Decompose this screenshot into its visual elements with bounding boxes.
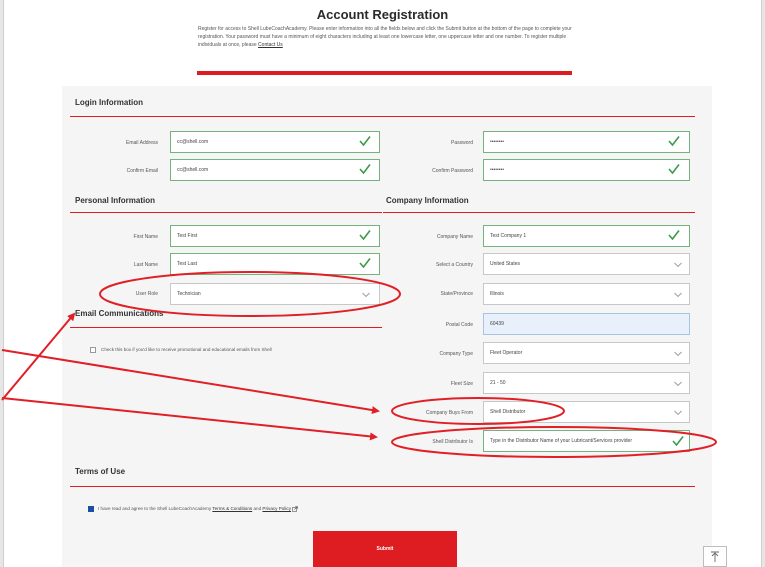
country-select[interactable]: United States	[483, 253, 690, 275]
submit-button[interactable]: Submit	[313, 531, 457, 567]
fleet-size-label: Fleet Size	[450, 381, 473, 387]
fleet-size-select[interactable]: 21 - 50	[483, 372, 690, 394]
company-name-label: Company Name	[436, 234, 473, 240]
last-name-field[interactable]: Test Last	[170, 253, 380, 275]
terms-section-title: Terms of Use	[75, 467, 126, 476]
user-role-select[interactable]: Technician	[170, 283, 380, 305]
buys-from-select[interactable]: Shell Distributor	[483, 401, 690, 423]
company-type-select[interactable]: Fleet Operator	[483, 342, 690, 364]
check-icon	[359, 164, 371, 175]
state-label: State/Province	[440, 291, 473, 297]
check-icon	[359, 230, 371, 241]
first-name-field[interactable]: Test First	[170, 225, 380, 247]
back-to-top-button[interactable]	[703, 546, 727, 567]
email-comms-section-rule	[70, 327, 382, 328]
buys-from-label: Company Buys From	[426, 410, 473, 416]
postal-code-label: Postal Code	[445, 322, 473, 328]
intro-body: Register for access to Shell LubeCoachAc…	[198, 26, 572, 49]
email-opt-in-text: Check this box if you'd like to receive …	[101, 347, 272, 352]
login-section-rule	[70, 116, 695, 117]
state-select[interactable]: Illinois	[483, 283, 690, 305]
email-opt-in-checkbox[interactable]	[90, 347, 96, 353]
window-frame-right	[761, 0, 765, 567]
check-icon	[359, 136, 371, 147]
terms-agree-text: I have read and agree to the Shell LubeC…	[98, 506, 299, 512]
terms-agree-checkbox[interactable]	[88, 506, 94, 512]
chevron-down-icon	[674, 381, 682, 387]
company-name-field[interactable]: Test Company 1	[483, 225, 690, 247]
password-label: Password	[451, 140, 473, 146]
last-name-label: Last Name	[133, 262, 158, 268]
email-comms-section-title: Email Communications	[75, 309, 164, 318]
check-icon	[668, 164, 680, 175]
contact-us-link[interactable]: Contact Us	[258, 42, 283, 48]
confirm-password-label: Confirm Password	[432, 168, 473, 174]
arrow-up-icon	[711, 551, 719, 562]
country-label: Select a Country	[436, 262, 473, 268]
terms-and-text: and	[253, 506, 262, 512]
personal-section-rule	[70, 212, 382, 213]
postal-code-field[interactable]: 60439	[483, 313, 690, 335]
check-icon	[672, 436, 684, 447]
check-icon	[668, 136, 680, 147]
password-field[interactable]: ••••••••	[483, 131, 690, 153]
confirm-email-label: Confirm Email	[126, 168, 158, 174]
company-type-label: Company Type	[439, 351, 473, 357]
first-name-label: First Name	[133, 234, 158, 240]
login-section-title: Login Information	[75, 98, 143, 107]
email-label: Email Address	[126, 140, 158, 146]
header-accent-bar	[197, 71, 572, 75]
confirm-email-field[interactable]: cc@shell.com	[170, 159, 380, 181]
email-field[interactable]: cc@shell.com	[170, 131, 380, 153]
chevron-down-icon	[674, 262, 682, 268]
check-icon	[359, 258, 371, 269]
user-role-label: User Role	[135, 291, 158, 297]
check-icon	[668, 230, 680, 241]
terms-agree-prefix: I have read and agree to the Shell LubeC…	[98, 506, 212, 512]
distributor-label: Shell Distributor Is	[432, 439, 473, 445]
personal-section-title: Personal Information	[75, 196, 156, 205]
chevron-down-icon	[674, 410, 682, 416]
chevron-down-icon	[674, 351, 682, 357]
company-section-rule	[383, 212, 695, 213]
page-title: Account Registration	[316, 7, 449, 22]
intro-text: Register for access to Shell LubeCoachAc…	[198, 25, 574, 50]
distributor-field[interactable]: Type in the Distributor Name of your Lub…	[483, 430, 690, 452]
terms-conditions-link[interactable]: Terms & Conditions	[212, 506, 252, 511]
terms-section-rule	[70, 486, 695, 487]
privacy-policy-link[interactable]: Privacy Policy	[262, 506, 291, 511]
external-link-icon	[292, 506, 299, 512]
chevron-down-icon	[674, 292, 682, 298]
chevron-down-icon	[362, 292, 370, 298]
confirm-password-field[interactable]: ••••••••	[483, 159, 690, 181]
company-section-title: Company Information	[386, 196, 469, 205]
